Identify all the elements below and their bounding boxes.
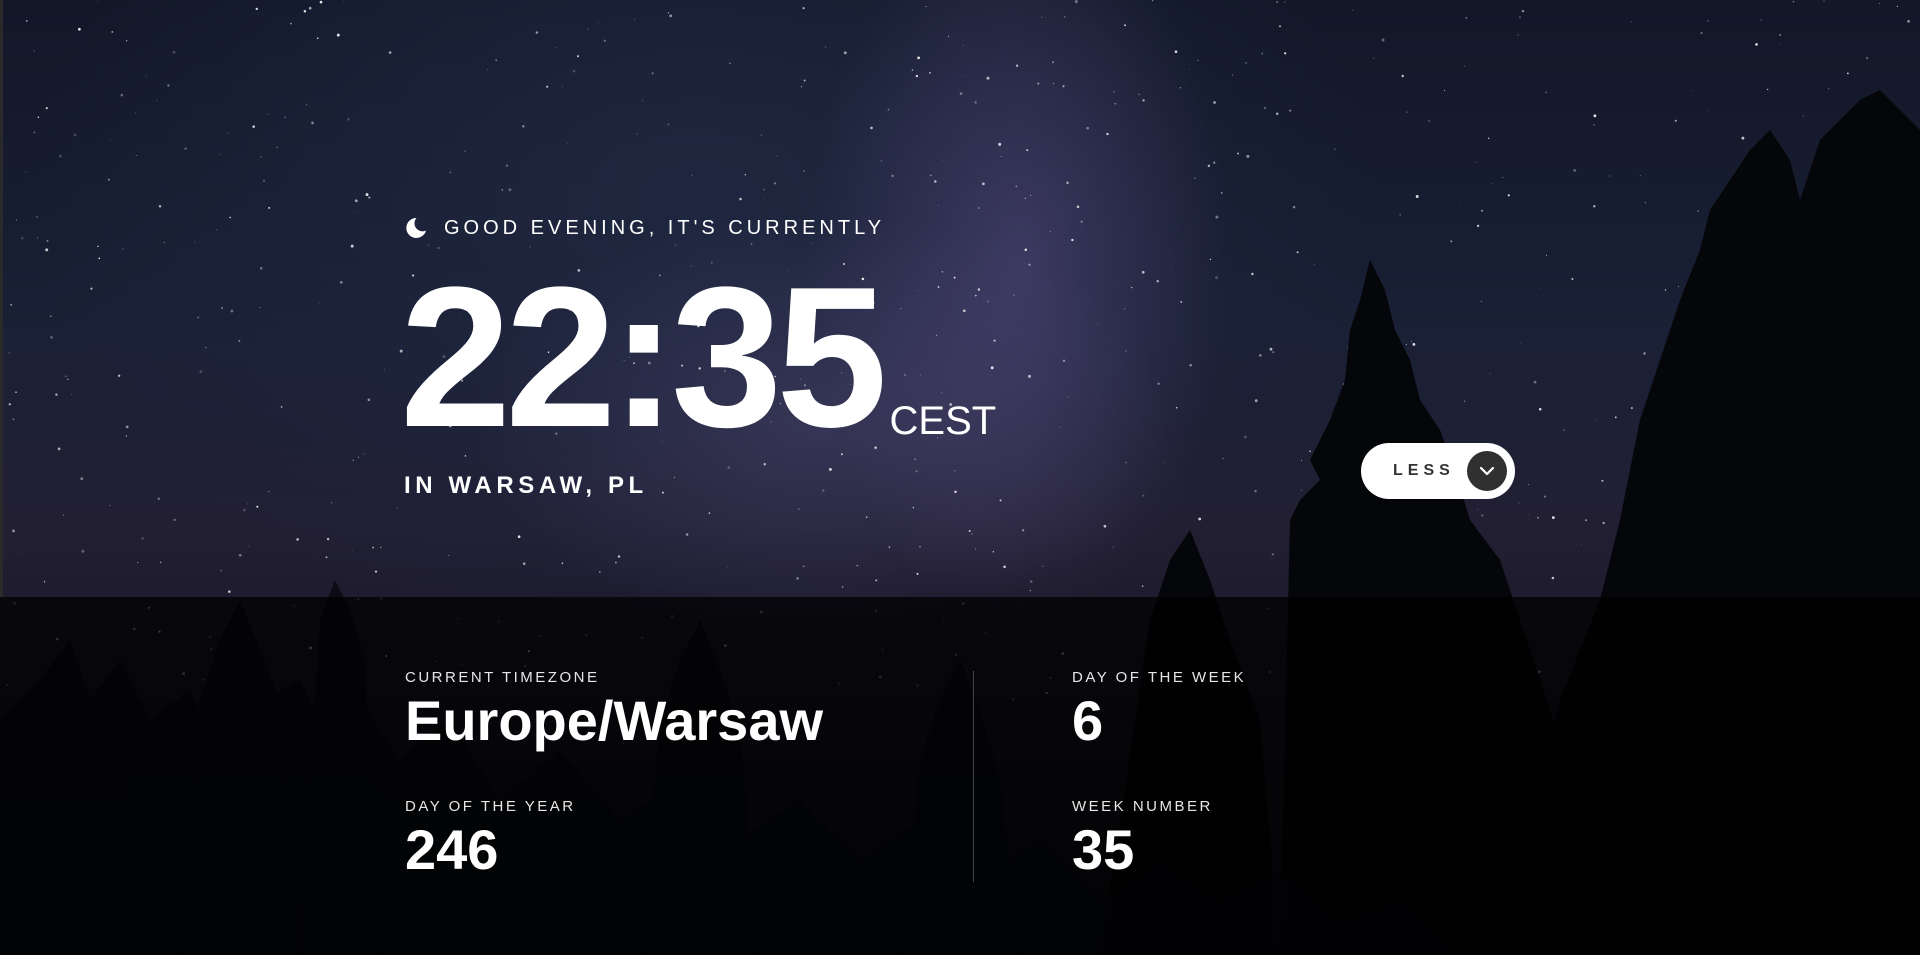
timezone-abbreviation: CEST bbox=[889, 399, 997, 443]
clock: 22:35 CEST bbox=[400, 246, 997, 469]
stat-label: DAY OF THE WEEK bbox=[1072, 669, 1247, 686]
stat-value: Europe/Warsaw bbox=[405, 689, 824, 752]
greeting: GOOD EVENING, IT'S CURRENTLY bbox=[404, 216, 885, 240]
stat-value: 35 bbox=[1072, 818, 1135, 881]
left-edge-strip bbox=[0, 0, 3, 597]
stat-value: 246 bbox=[405, 818, 499, 881]
location: IN WARSAW, PL bbox=[404, 472, 648, 499]
moon-icon bbox=[404, 216, 428, 240]
stat-day-of-week: DAY OF THE WEEK 6 bbox=[1072, 669, 1246, 751]
greeting-text: GOOD EVENING, IT'S CURRENTLY bbox=[444, 216, 886, 239]
details-divider bbox=[973, 671, 974, 882]
stat-label: DAY OF THE YEAR bbox=[405, 798, 576, 815]
chevron-down-icon[interactable] bbox=[1467, 451, 1507, 491]
toggle-label: LESS bbox=[1393, 462, 1455, 479]
stat-label: WEEK NUMBER bbox=[1072, 798, 1213, 815]
stat-week-number: WEEK NUMBER 35 bbox=[1072, 798, 1213, 880]
stat-value: 6 bbox=[1072, 689, 1104, 752]
stat-label: CURRENT TIMEZONE bbox=[405, 669, 600, 686]
less-toggle-button[interactable]: LESS bbox=[1361, 443, 1515, 499]
stat-day-of-year: DAY OF THE YEAR 246 bbox=[405, 798, 576, 880]
background: GOOD EVENING, IT'S CURRENTLY 22:35 CEST … bbox=[0, 0, 1920, 955]
stat-current-timezone: CURRENT TIMEZONE Europe/Warsaw bbox=[405, 669, 823, 751]
details-panel bbox=[0, 597, 1920, 955]
current-time: 22:35 bbox=[400, 246, 888, 469]
